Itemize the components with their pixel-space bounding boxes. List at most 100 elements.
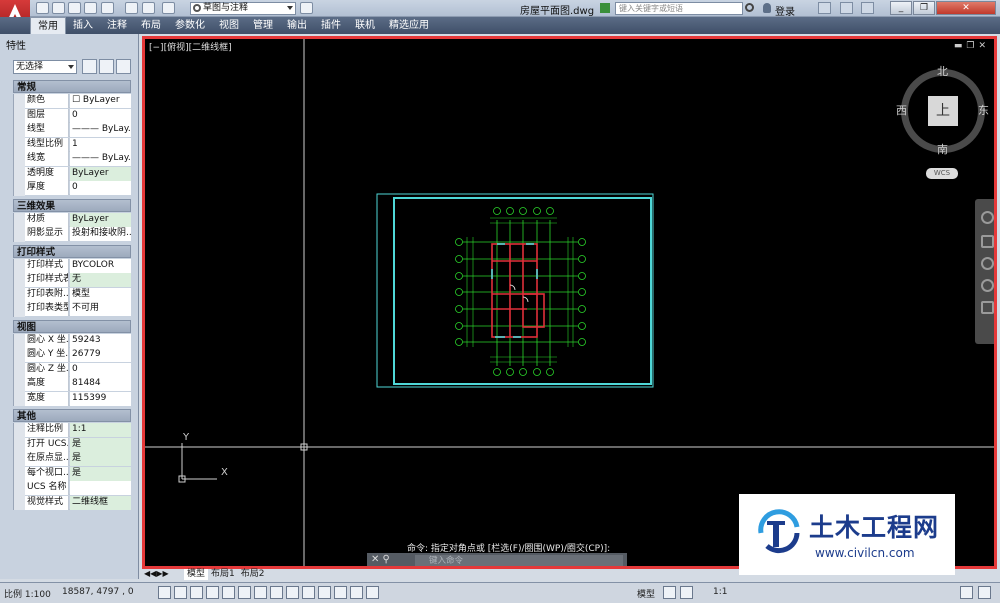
property-section-header[interactable]: 其他 xyxy=(13,409,131,422)
property-value[interactable]: BYCOLOR xyxy=(70,258,131,273)
quick-select-icon[interactable] xyxy=(116,59,131,74)
search-input[interactable]: 键入关键字或短语 xyxy=(615,2,743,15)
object-snap-tracking-icon[interactable] xyxy=(270,586,283,599)
tab-scroll-arrows[interactable]: ◀◀▶▶ xyxy=(144,569,169,578)
minimize-button[interactable]: _ xyxy=(890,1,912,15)
property-row[interactable]: 线型比例 1 xyxy=(25,137,131,152)
dynamic-input-icon[interactable] xyxy=(302,586,315,599)
drawing-canvas[interactable]: [−][俯视][二维线框] ▬❐✕ 上 北 南 东 西 WCS Y X 命令: … xyxy=(142,36,997,569)
ribbon-tab[interactable]: 联机 xyxy=(348,17,382,34)
wcs-menu-button[interactable]: WCS xyxy=(926,168,958,179)
property-row[interactable]: 在原点显... 是 xyxy=(25,452,131,466)
undo-icon[interactable] xyxy=(142,2,155,14)
grid-display-icon[interactable] xyxy=(190,586,203,599)
ribbon-tab[interactable]: 注释 xyxy=(100,17,134,34)
property-row[interactable]: 颜色 ☐ ByLayer xyxy=(25,94,131,108)
help-icon[interactable] xyxy=(861,2,874,14)
property-row[interactable]: 图层 0 xyxy=(25,108,131,123)
property-value[interactable]: 0 xyxy=(70,108,131,123)
web-mobile-icon[interactable] xyxy=(101,2,114,14)
property-row[interactable]: 材质 ByLayer xyxy=(25,212,131,227)
property-row[interactable]: 厚度 0 xyxy=(25,181,131,195)
zoom-icon[interactable] xyxy=(981,257,994,270)
selection-cycling-icon[interactable] xyxy=(366,586,379,599)
property-value[interactable]: 是 xyxy=(70,466,131,481)
maximize-button[interactable]: ❐ xyxy=(913,1,935,15)
property-value[interactable]: 1:1 xyxy=(70,423,131,437)
property-value[interactable]: 81484 xyxy=(70,377,131,391)
property-value[interactable]: 投射和接收阴... xyxy=(70,227,131,241)
property-value[interactable]: 是 xyxy=(70,437,131,452)
property-row[interactable]: 打印样式 BYCOLOR xyxy=(25,258,131,273)
login-link[interactable]: 登录 xyxy=(775,3,795,18)
property-row[interactable]: 阴影显示 投射和接收阴... xyxy=(25,227,131,241)
property-section-header[interactable]: 视图 xyxy=(13,319,131,333)
property-value[interactable]: 不可用 xyxy=(70,302,131,316)
property-value[interactable]: 1 xyxy=(70,137,131,152)
property-section-header[interactable]: 三维效果 xyxy=(13,198,131,212)
property-value[interactable] xyxy=(70,481,131,495)
snap-mode-icon[interactable] xyxy=(174,586,187,599)
ribbon-tab[interactable]: 布局 xyxy=(134,17,168,34)
ortho-mode-icon[interactable] xyxy=(206,586,219,599)
annotation-scale[interactable]: 1:1 xyxy=(713,587,727,597)
property-row[interactable]: 线宽 ——— ByLay... xyxy=(25,152,131,166)
property-value[interactable]: ——— ByLay... xyxy=(70,123,131,137)
save-as-icon[interactable] xyxy=(84,2,97,14)
stay-connected-icon[interactable] xyxy=(840,2,853,14)
property-row[interactable]: UCS 名称 xyxy=(25,481,131,495)
workspace-switch-icon[interactable] xyxy=(978,586,991,599)
steering-wheel-icon[interactable] xyxy=(981,211,994,224)
property-value[interactable]: ☐ ByLayer xyxy=(70,94,131,108)
ribbon-tab[interactable]: 常用 xyxy=(30,17,66,34)
property-value[interactable]: 115399 xyxy=(70,391,131,406)
viewcube[interactable]: 上 北 南 东 西 xyxy=(896,65,989,156)
compass-west[interactable]: 西 xyxy=(896,102,907,118)
share-icon[interactable] xyxy=(300,2,313,14)
ribbon-tab[interactable]: 精选应用 xyxy=(382,17,436,34)
search-icon[interactable] xyxy=(745,3,754,12)
select-objects-icon[interactable] xyxy=(99,59,114,74)
ribbon-tab[interactable]: 视图 xyxy=(212,17,246,34)
coordinates-readout[interactable]: 18587, 4797 , 0 xyxy=(62,587,134,597)
property-value[interactable]: 59243 xyxy=(70,333,131,348)
property-value[interactable]: ByLayer xyxy=(70,212,131,227)
property-value[interactable]: 26779 xyxy=(70,348,131,362)
layout-tab[interactable]: 布局1 xyxy=(208,569,238,580)
compass-south[interactable]: 南 xyxy=(937,141,948,157)
property-value[interactable]: 0 xyxy=(70,181,131,195)
property-value[interactable]: 模型 xyxy=(70,287,131,302)
property-row[interactable]: 圆心 X 坐...59243 xyxy=(25,333,131,348)
ribbon-tab[interactable]: 输出 xyxy=(280,17,314,34)
lineweight-icon[interactable] xyxy=(318,586,331,599)
new-file-icon[interactable] xyxy=(36,2,49,14)
dynamic-ucs-icon[interactable] xyxy=(286,586,299,599)
polar-tracking-icon[interactable] xyxy=(222,586,235,599)
ribbon-tab[interactable]: 参数化 xyxy=(168,17,212,34)
property-value[interactable]: 是 xyxy=(70,452,131,466)
ribbon-tab[interactable]: 管理 xyxy=(246,17,280,34)
compass-north[interactable]: 北 xyxy=(937,63,948,79)
property-row[interactable]: 打印样式表无 xyxy=(25,273,131,287)
property-value[interactable]: ——— ByLay... xyxy=(70,152,131,166)
infer-constraints-icon[interactable] xyxy=(158,586,171,599)
close-button[interactable]: ✕ xyxy=(936,1,996,15)
property-section-header[interactable]: 打印样式 xyxy=(13,244,131,258)
selection-select[interactable]: 无选择 xyxy=(13,60,77,74)
object-snap-icon[interactable] xyxy=(238,586,251,599)
print-icon[interactable] xyxy=(125,2,138,14)
property-row[interactable]: 打印表类型 不可用 xyxy=(25,302,131,316)
ribbon-tab[interactable]: 插入 xyxy=(66,17,100,34)
quick-view-layouts-icon[interactable] xyxy=(663,586,676,599)
property-row[interactable]: 圆心 Y 坐...26779 xyxy=(25,348,131,362)
clean-screen-icon[interactable] xyxy=(960,586,973,599)
quick-view-drawings-icon[interactable] xyxy=(680,586,693,599)
toggle-pickadd-icon[interactable] xyxy=(82,59,97,74)
model-space-toggle[interactable]: 模型 xyxy=(637,587,655,600)
layout-tab[interactable]: 模型 xyxy=(184,569,209,580)
orbit-icon[interactable] xyxy=(981,279,994,292)
property-row[interactable]: 高度 81484 xyxy=(25,377,131,391)
command-input[interactable]: 键入命令 xyxy=(415,555,623,566)
property-value[interactable]: 0 xyxy=(70,362,131,377)
property-row[interactable]: 视觉样式 二维线框 xyxy=(25,495,131,510)
